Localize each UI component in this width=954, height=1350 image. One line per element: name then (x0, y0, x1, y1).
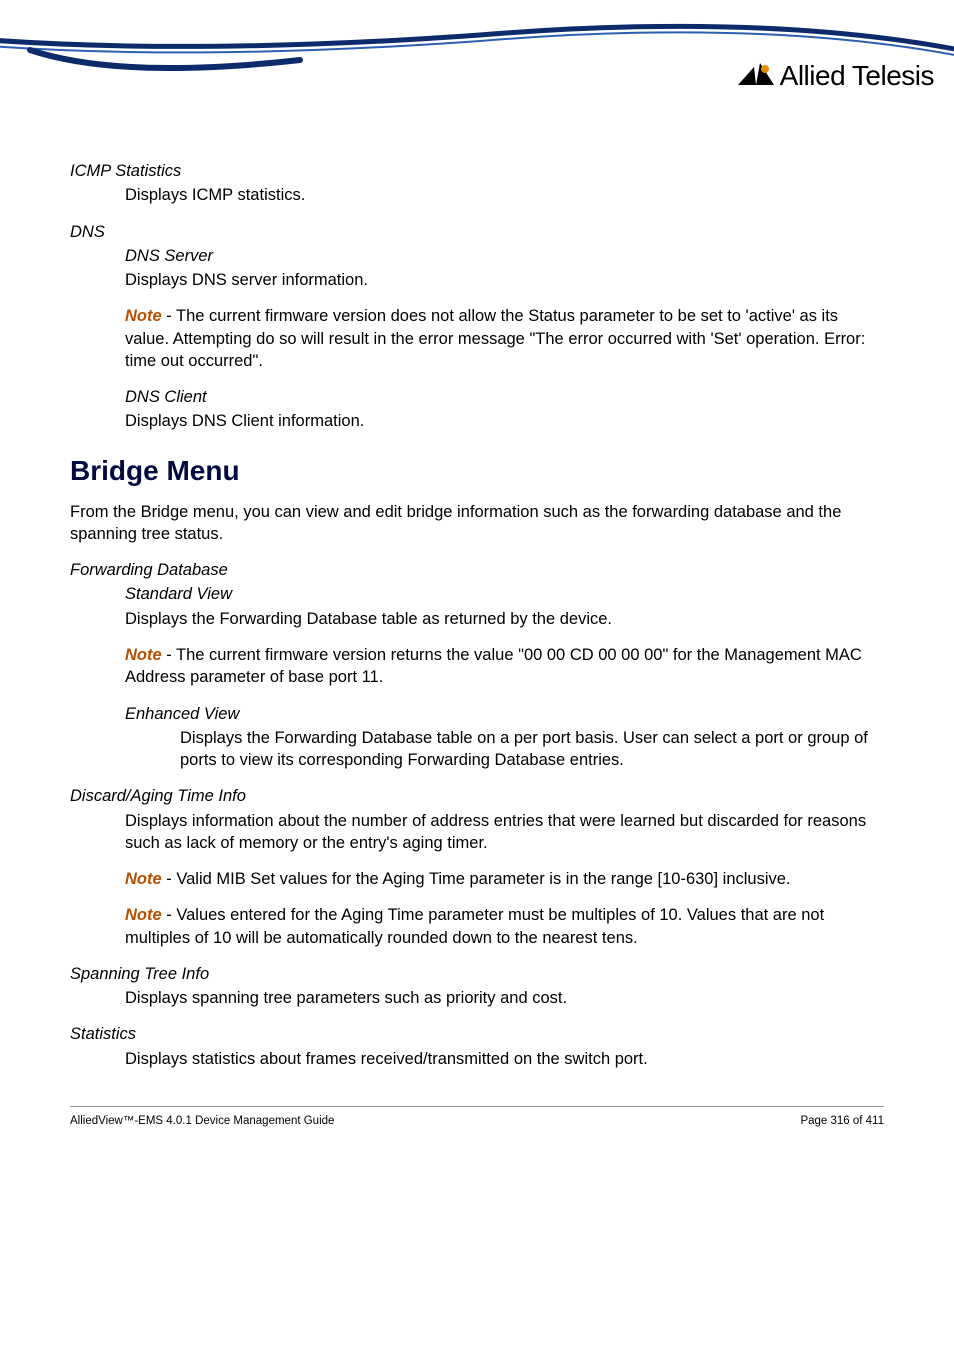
discard-note-2: Note - Values entered for the Aging Time… (125, 904, 884, 949)
statistics-title: Statistics (70, 1023, 884, 1045)
bridge-menu-intro: From the Bridge menu, you can view and e… (70, 501, 884, 546)
discard-note-1: Note - Valid MIB Set values for the Agin… (125, 868, 884, 890)
icmp-statistics-desc: Displays ICMP statistics. (125, 184, 884, 206)
dns-note-text: - The current firmware version does not … (125, 307, 865, 370)
dns-note: Note - The current firmware version does… (125, 305, 884, 372)
fdb-note-text: - The current firmware version returns t… (125, 646, 862, 686)
fdb-enhanced-view-desc: Displays the Forwarding Database table o… (180, 727, 884, 772)
forwarding-database-title: Forwarding Database (70, 559, 884, 581)
fdb-standard-view-desc: Displays the Forwarding Database table a… (125, 608, 884, 630)
dns-client-title: DNS Client (125, 386, 884, 408)
dns-server-desc: Displays DNS server information. (125, 269, 884, 291)
dns-title: DNS (70, 221, 884, 243)
dns-client-desc: Displays DNS Client information. (125, 410, 884, 432)
footer-separator (70, 1106, 884, 1107)
fdb-standard-view-title: Standard View (125, 583, 884, 605)
discard-aging-title: Discard/Aging Time Info (70, 785, 884, 807)
icmp-statistics-title: ICMP Statistics (70, 160, 884, 182)
note-label: Note (125, 646, 162, 664)
fdb-enhanced-view-title: Enhanced View (125, 703, 884, 725)
note-label: Note (125, 870, 162, 888)
footer-left: AlliedView™-EMS 4.0.1 Device Management … (70, 1115, 334, 1127)
spanning-tree-desc: Displays spanning tree parameters such a… (125, 987, 884, 1009)
brand-logo-text: Allied Telesis (780, 60, 934, 92)
brand-logo: Allied Telesis (738, 60, 934, 92)
note-label: Note (125, 307, 162, 325)
discard-note-1-text: - Valid MIB Set values for the Aging Tim… (162, 870, 791, 888)
dns-server-title: DNS Server (125, 245, 884, 267)
bridge-menu-heading: Bridge Menu (70, 455, 884, 487)
footer-right: Page 316 of 411 (800, 1115, 884, 1127)
note-label: Note (125, 906, 162, 924)
statistics-desc: Displays statistics about frames receive… (125, 1048, 884, 1070)
spanning-tree-title: Spanning Tree Info (70, 963, 884, 985)
discard-note-2-text: - Values entered for the Aging Time para… (125, 906, 824, 946)
page-footer: AlliedView™-EMS 4.0.1 Device Management … (70, 1115, 884, 1127)
header-graphics: Allied Telesis (0, 0, 954, 115)
discard-aging-desc: Displays information about the number of… (125, 810, 884, 855)
fdb-note: Note - The current firmware version retu… (125, 644, 884, 689)
